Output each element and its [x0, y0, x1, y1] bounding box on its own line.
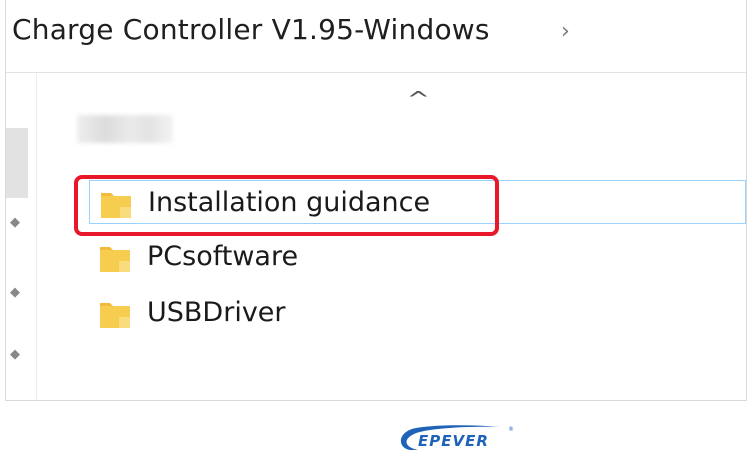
- pin-icon: ◆: [10, 347, 20, 362]
- folder-icon: [100, 303, 130, 328]
- pin-icon: ◆: [10, 285, 20, 300]
- breadcrumb-current-folder[interactable]: Charge Controller V1.95-Windows: [12, 13, 490, 46]
- folder-name: USBDriver: [147, 297, 286, 328]
- address-bar[interactable]: Charge Controller V1.95-Windows ›: [6, 0, 746, 73]
- svg-text:®: ®: [508, 426, 514, 433]
- svg-text:EPEVER: EPEVER: [418, 432, 489, 450]
- list-item-pcsoftware[interactable]: PCsoftware: [89, 235, 746, 279]
- epever-logo: EPEVER ®: [400, 425, 514, 450]
- breadcrumb-chevron-icon[interactable]: ›: [561, 19, 570, 44]
- folder-name: PCsoftware: [147, 241, 299, 272]
- file-list: ^ Installation guidance PCsoftware USBDr…: [37, 73, 746, 400]
- sort-up-chevron-icon[interactable]: ^: [407, 87, 430, 111]
- pin-icon: ◆: [10, 215, 20, 230]
- blurred-group-header: [77, 115, 173, 143]
- annotation-highlight-box: [74, 175, 499, 236]
- navigation-pane[interactable]: ◆ ◆ ◆: [6, 73, 37, 400]
- nav-pane-scrollbar[interactable]: [6, 128, 28, 198]
- folder-icon: [100, 247, 130, 272]
- list-item-usbdriver[interactable]: USBDriver: [89, 291, 746, 335]
